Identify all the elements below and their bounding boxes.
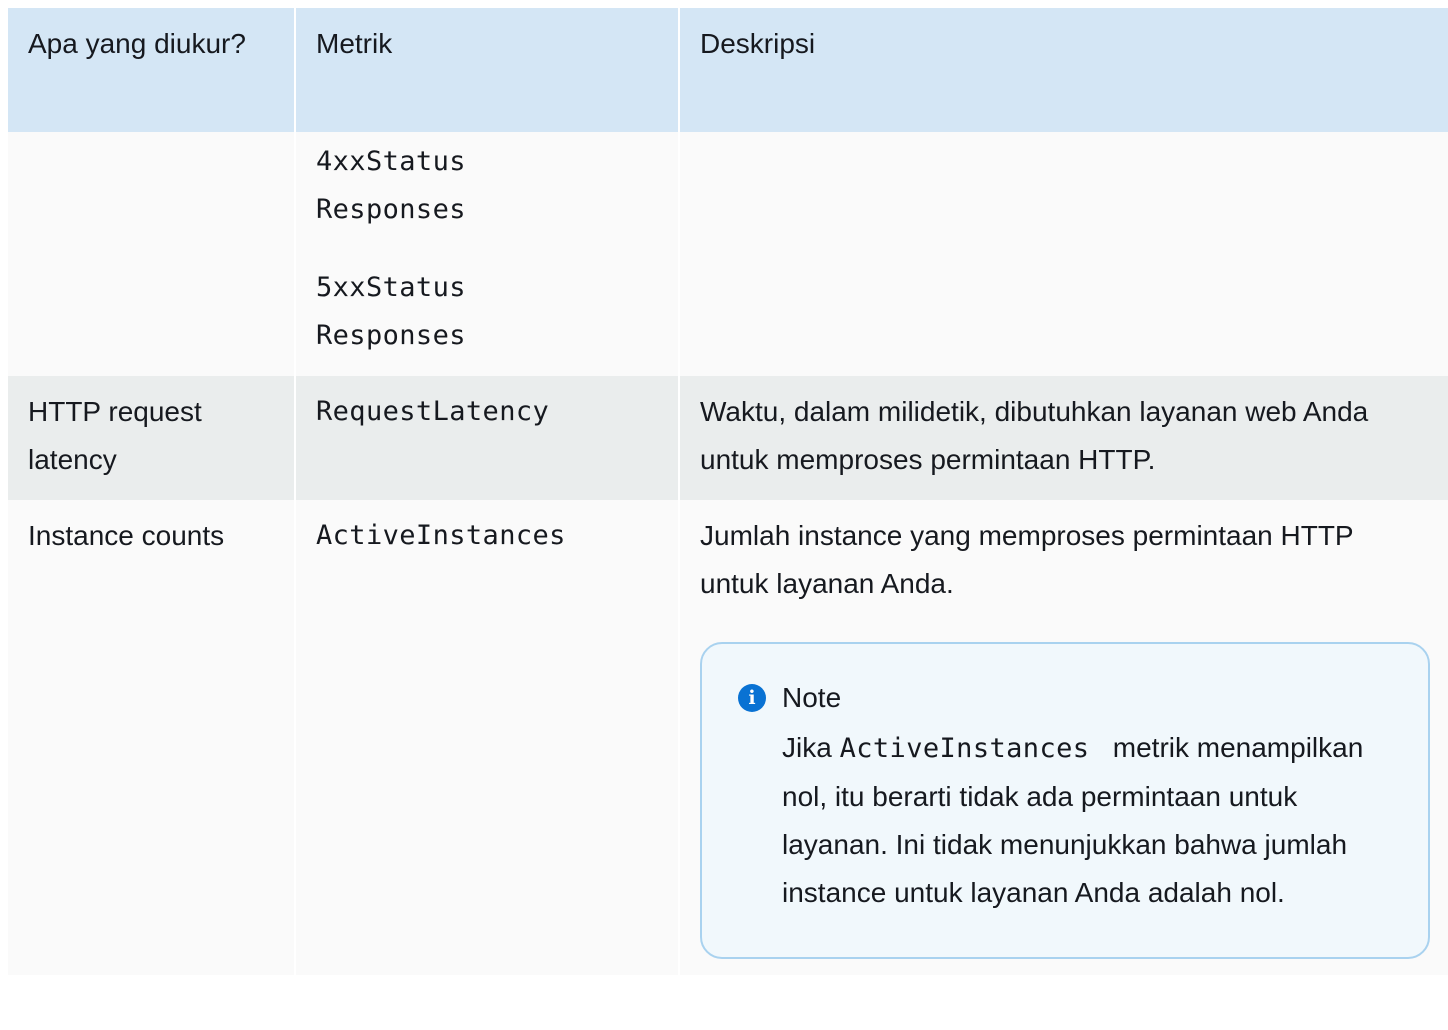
cell-description: Jumlah instance yang memproses permintaa… xyxy=(678,500,1448,975)
note-code: ActiveInstances xyxy=(839,733,1090,764)
header-what-measured: Apa yang diukur? xyxy=(8,8,295,132)
metric-4xx-line2: Responses xyxy=(316,194,466,225)
metric-5xx-line2: Responses xyxy=(316,320,466,351)
table-header-row: Apa yang diukur? Metrik Deskripsi xyxy=(8,8,1448,132)
metrics-table: Apa yang diukur? Metrik Deskripsi 4xxSta… xyxy=(8,8,1448,975)
cell-description-empty xyxy=(678,132,1448,376)
table-row: HTTP request latency RequestLatency Wakt… xyxy=(8,376,1448,500)
note-body: Jika ActiveInstances metrik menampilkan … xyxy=(782,724,1394,917)
metrics-table-container: Apa yang diukur? Metrik Deskripsi 4xxSta… xyxy=(8,8,1448,1030)
note-header: i Note xyxy=(736,674,1394,722)
table-row: Instance counts ActiveInstances Jumlah i… xyxy=(8,500,1448,975)
cell-what-empty xyxy=(8,132,295,376)
cell-metric: ActiveInstances xyxy=(294,500,679,975)
note-lead: Jika xyxy=(782,732,832,763)
header-description: Deskripsi xyxy=(678,8,1448,132)
note-title: Note xyxy=(782,682,842,713)
cell-description: Waktu, dalam milidetik, dibutuhkan layan… xyxy=(678,376,1448,500)
header-metric: Metrik xyxy=(294,8,679,132)
info-icon: i xyxy=(738,684,766,712)
cell-what: HTTP request latency xyxy=(8,376,295,500)
metric-5xx: 5xxStatus Responses xyxy=(316,264,658,360)
metric-5xx-line1: 5xxStatus xyxy=(316,272,466,303)
cell-metrics: 4xxStatus Responses 5xxStatus Responses xyxy=(294,132,679,376)
description-text: Jumlah instance yang memproses permintaa… xyxy=(700,520,1354,599)
note-callout: i Note Jika ActiveInstances metrik menam… xyxy=(700,642,1430,959)
metric-4xx: 4xxStatus Responses xyxy=(316,138,658,234)
metric-4xx-line1: 4xxStatus xyxy=(316,146,466,177)
table-row: 4xxStatus Responses 5xxStatus Responses xyxy=(8,132,1448,376)
cell-what: Instance counts xyxy=(8,500,295,975)
cell-metric: RequestLatency xyxy=(294,376,679,500)
